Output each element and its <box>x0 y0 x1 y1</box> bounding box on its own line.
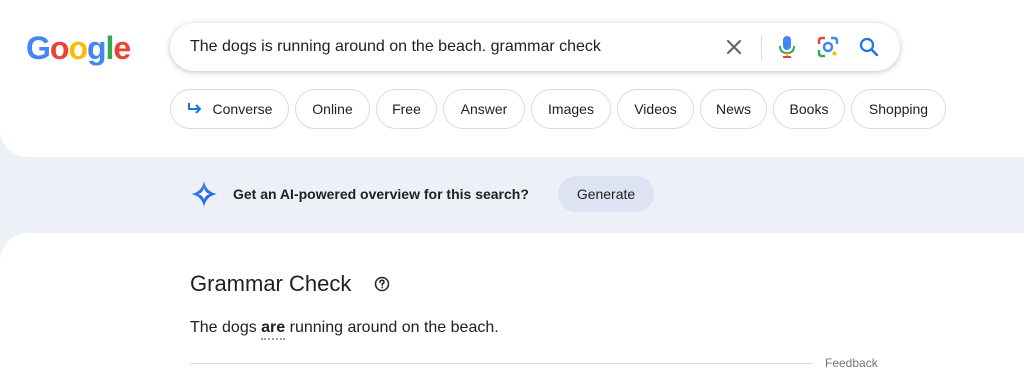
generate-button-label: Generate <box>576 186 636 202</box>
voice-search-button[interactable] <box>775 35 799 59</box>
chip-images[interactable]: Images <box>531 89 611 129</box>
grammar-check-title: Grammar Check <box>190 271 352 296</box>
chip-label: Books <box>789 101 829 117</box>
divider <box>190 363 812 364</box>
clear-button[interactable] <box>722 35 746 59</box>
chip-label: Videos <box>634 101 677 117</box>
logo-letter-6: e <box>113 30 131 66</box>
logo-letter-4: g <box>86 30 107 66</box>
gemini-sparkle-icon <box>191 181 217 207</box>
sentence-before: The dogs <box>190 319 262 336</box>
chip-news[interactable]: News <box>700 89 767 129</box>
corrected-word[interactable]: are <box>261 319 286 340</box>
search-icon <box>859 37 879 57</box>
results-panel: Grammar Check The dogs are running aroun… <box>0 233 1024 390</box>
logo-letter-2: o <box>49 30 70 66</box>
chip-online[interactable]: Online <box>295 89 370 129</box>
header: Google The dogs is running around on the… <box>0 0 1024 157</box>
search-divider <box>761 35 762 61</box>
chip-shopping[interactable]: Shopping <box>851 89 946 129</box>
logo-letter-3: o <box>68 30 88 66</box>
chip-label: Images <box>548 101 594 117</box>
lens-icon <box>817 36 839 58</box>
chip-answer[interactable]: Answer <box>443 89 525 129</box>
chip-label: Online <box>312 101 353 117</box>
microphone-icon <box>779 36 795 58</box>
search-box <box>170 23 900 71</box>
close-icon <box>727 40 741 54</box>
ai-overview-prompt: Get an AI-powered overview for this sear… <box>233 186 529 202</box>
google-logo[interactable]: Google <box>26 30 131 67</box>
help-icon[interactable] <box>374 276 390 292</box>
chip-label: Shopping <box>868 101 929 117</box>
corrected-sentence: The dogs are running around on the beach… <box>190 319 499 340</box>
search-button[interactable] <box>857 35 881 59</box>
chip-books[interactable]: Books <box>773 89 845 129</box>
arrow-return-icon <box>187 103 201 114</box>
chip-label: Answer <box>460 101 508 117</box>
generate-button[interactable]: Generate <box>558 176 654 212</box>
chip-converse[interactable]: Converse <box>170 89 289 129</box>
chip-free[interactable]: Free <box>376 89 437 129</box>
logo-letter-1: G <box>26 30 51 66</box>
chip-label: Free <box>392 101 421 117</box>
chip-videos[interactable]: Videos <box>617 89 694 129</box>
search-input[interactable] <box>190 23 710 71</box>
chip-label: Converse <box>212 101 273 117</box>
chip-label: News <box>715 101 751 117</box>
lens-search-button[interactable] <box>816 35 840 59</box>
feedback-link[interactable]: Feedback <box>825 356 878 370</box>
sentence-after: running around on the beach. <box>285 319 499 336</box>
